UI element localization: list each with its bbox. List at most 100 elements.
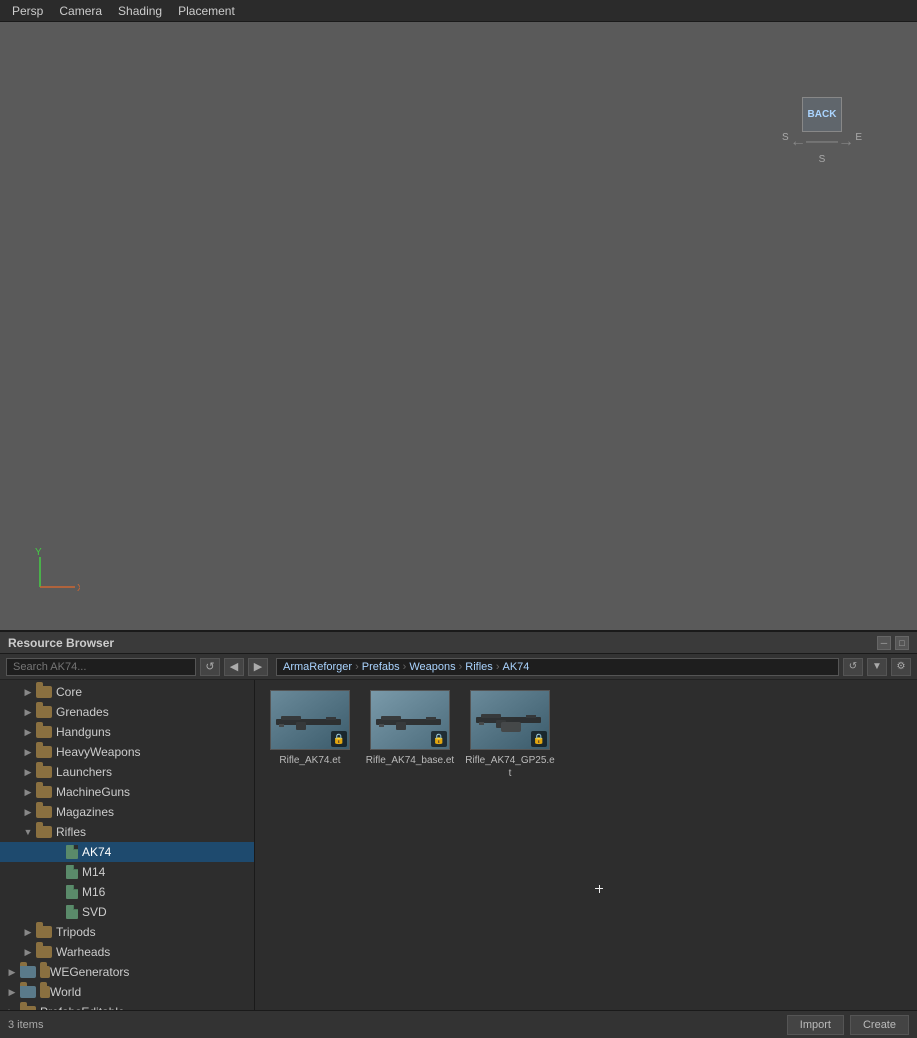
asset-rifle-ak74-base[interactable]: 🔒 Rifle_AK74_base.et bbox=[365, 690, 455, 780]
tree-label-m16: M16 bbox=[82, 885, 105, 899]
tree-item-prefabseditable[interactable]: PrefabsEditable bbox=[0, 1002, 254, 1010]
tree-item-warheads[interactable]: Warheads bbox=[0, 942, 254, 962]
gizmo-arrows: S ←——→ E bbox=[782, 132, 862, 152]
tree-item-magazines[interactable]: Magazines bbox=[0, 802, 254, 822]
asset-thumb-rifle-ak74-gp25: 🔒 bbox=[470, 690, 550, 750]
resource-browser-toolbar: ↺ ◀ ▶ ArmaReforger › Prefabs › Weapons ›… bbox=[0, 654, 917, 680]
menu-item-persp[interactable]: Persp bbox=[4, 2, 51, 20]
menu-item-placement[interactable]: Placement bbox=[170, 2, 243, 20]
tree-label-world: World bbox=[50, 985, 81, 999]
gizmo-s-label: S bbox=[782, 154, 862, 165]
tree-label-svd: SVD bbox=[82, 905, 107, 919]
breadcrumb-weapons[interactable]: Weapons bbox=[409, 661, 455, 673]
import-button[interactable]: Import bbox=[787, 1015, 844, 1035]
tree-arrow-launchers bbox=[20, 764, 36, 780]
breadcrumb-ak74[interactable]: AK74 bbox=[502, 661, 529, 673]
lock-icon-rifle-ak74-base: 🔒 bbox=[431, 731, 447, 747]
gizmo-back-label: BACK bbox=[802, 97, 842, 132]
tree-label-magazines: Magazines bbox=[56, 805, 114, 819]
refresh-button[interactable]: ↺ bbox=[200, 658, 220, 676]
folder-icon-wegenerators bbox=[20, 966, 36, 978]
asset-name-rifle-ak74-gp25: Rifle_AK74_GP25.et bbox=[465, 754, 555, 780]
menu-item-shading[interactable]: Shading bbox=[110, 2, 170, 20]
tree-arrow-grenades bbox=[20, 704, 36, 720]
tree-item-core[interactable]: Core bbox=[0, 682, 254, 702]
tree-arrow-m14 bbox=[50, 864, 66, 880]
svg-text:Y: Y bbox=[35, 547, 42, 558]
lock-icon-rifle-ak74-gp25: 🔒 bbox=[531, 731, 547, 747]
tree-item-m16[interactable]: M16 bbox=[0, 882, 254, 902]
tree-label-wegenerators: WEGenerators bbox=[50, 965, 129, 979]
rb-settings-button[interactable]: ⚙ bbox=[891, 658, 911, 676]
orientation-gizmo: BACK S ←——→ E S bbox=[782, 97, 862, 192]
resource-browser-tree[interactable]: Core Grenades Handguns HeavyWeapons bbox=[0, 680, 255, 1010]
folder-icon-world2 bbox=[40, 986, 50, 998]
tree-label-rifles: Rifles bbox=[56, 825, 86, 839]
tree-item-launchers[interactable]: Launchers bbox=[0, 762, 254, 782]
tree-item-rifles[interactable]: Rifles bbox=[0, 822, 254, 842]
tree-item-heavyweapons[interactable]: HeavyWeapons bbox=[0, 742, 254, 762]
tree-label-machineguns: MachineGuns bbox=[56, 785, 130, 799]
tree-item-m14[interactable]: M14 bbox=[0, 862, 254, 882]
tree-arrow-m16 bbox=[50, 884, 66, 900]
asset-thumb-rifle-ak74-base: 🔒 bbox=[370, 690, 450, 750]
resource-browser-header: Resource Browser ─ □ bbox=[0, 632, 917, 654]
tree-item-wegenerators[interactable]: WEGenerators bbox=[0, 962, 254, 982]
asset-thumb-rifle-ak74: 🔒 bbox=[270, 690, 350, 750]
folder-icon-launchers bbox=[36, 766, 52, 778]
tree-label-grenades: Grenades bbox=[56, 705, 109, 719]
tree-arrow-wegenerators bbox=[4, 964, 20, 980]
asset-rifle-ak74-gp25[interactable]: 🔒 Rifle_AK74_GP25.et bbox=[465, 690, 555, 780]
breadcrumb-armareforger[interactable]: ArmaReforger bbox=[283, 661, 352, 673]
resource-browser-title: Resource Browser bbox=[8, 636, 114, 650]
file-icon-ak74 bbox=[66, 845, 78, 859]
resource-browser-body: Core Grenades Handguns HeavyWeapons bbox=[0, 680, 917, 1010]
rb-minimize-button[interactable]: ─ bbox=[877, 636, 891, 650]
folder-icon-grenades bbox=[36, 706, 52, 718]
tree-arrow-rifles bbox=[20, 824, 36, 840]
breadcrumb-bar: ArmaReforger › Prefabs › Weapons › Rifle… bbox=[276, 658, 839, 676]
rb-refresh-button[interactable]: ↺ bbox=[843, 658, 863, 676]
nav-forward-button[interactable]: ▶ bbox=[248, 658, 268, 676]
tree-item-machineguns[interactable]: MachineGuns bbox=[0, 782, 254, 802]
resource-browser-content[interactable]: 🔒 Rifle_AK74.et bbox=[255, 680, 917, 1010]
create-button[interactable]: Create bbox=[850, 1015, 909, 1035]
tree-item-tripods[interactable]: Tripods bbox=[0, 922, 254, 942]
folder-icon-rifles bbox=[36, 826, 52, 838]
tree-item-world[interactable]: World bbox=[0, 982, 254, 1002]
viewport[interactable]: BACK S ←——→ E S Y X bbox=[0, 22, 917, 630]
axis-indicator: Y X bbox=[30, 547, 80, 600]
gizmo-e-label: E bbox=[855, 132, 862, 143]
tree-item-svd[interactable]: SVD bbox=[0, 902, 254, 922]
breadcrumb-prefabs[interactable]: Prefabs bbox=[362, 661, 400, 673]
tree-label-core: Core bbox=[56, 685, 82, 699]
tree-arrow-world bbox=[4, 984, 20, 1000]
rb-maximize-button[interactable]: □ bbox=[895, 636, 909, 650]
tree-label-m14: M14 bbox=[82, 865, 105, 879]
file-icon-m14 bbox=[66, 865, 78, 879]
item-count-label: 3 items bbox=[8, 1019, 43, 1031]
resource-browser-statusbar: 3 items Import Create bbox=[0, 1010, 917, 1038]
tree-arrow-handguns bbox=[20, 724, 36, 740]
tree-label-tripods: Tripods bbox=[56, 925, 96, 939]
nav-back-button[interactable]: ◀ bbox=[224, 658, 244, 676]
folder-icon-wegenerators2 bbox=[40, 966, 50, 978]
svg-text:X: X bbox=[77, 583, 80, 594]
tree-item-grenades[interactable]: Grenades bbox=[0, 702, 254, 722]
rb-filter-button[interactable]: ▼ bbox=[867, 658, 887, 676]
asset-name-rifle-ak74: Rifle_AK74.et bbox=[279, 754, 340, 767]
tree-label-ak74: AK74 bbox=[82, 845, 111, 859]
asset-rifle-ak74[interactable]: 🔒 Rifle_AK74.et bbox=[265, 690, 355, 780]
tree-label-heavyweapons: HeavyWeapons bbox=[56, 745, 141, 759]
menu-item-camera[interactable]: Camera bbox=[51, 2, 110, 20]
asset-name-rifle-ak74-base: Rifle_AK74_base.et bbox=[366, 754, 454, 767]
breadcrumb-rifles[interactable]: Rifles bbox=[465, 661, 493, 673]
tree-arrow-machineguns bbox=[20, 784, 36, 800]
folder-icon-core bbox=[36, 686, 52, 698]
file-icon-m16 bbox=[66, 885, 78, 899]
menu-bar: Persp Camera Shading Placement bbox=[0, 0, 917, 22]
folder-icon-tripods bbox=[36, 926, 52, 938]
search-input[interactable] bbox=[6, 658, 196, 676]
tree-item-ak74[interactable]: AK74 bbox=[0, 842, 254, 862]
tree-item-handguns[interactable]: Handguns bbox=[0, 722, 254, 742]
